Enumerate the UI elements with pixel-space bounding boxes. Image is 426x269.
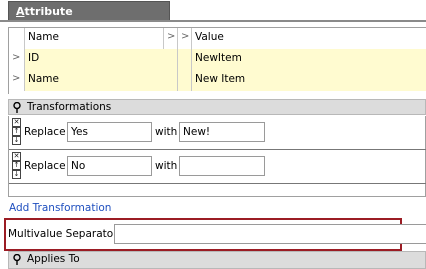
tab-mnemonic: A (16, 5, 25, 18)
move-down-icon[interactable]: ↓ (12, 170, 21, 179)
row-expand-arrow[interactable]: > (9, 70, 25, 91)
move-up-icon[interactable]: ↑ (12, 161, 21, 170)
transformation-row: ✕ ↑ ↓ Replace Yes with New! (9, 116, 426, 150)
row-expand-arrow[interactable]: > (9, 49, 25, 70)
attribute-grid: Name > > Value > ID NewItem > Name New I… (8, 27, 426, 94)
tab-underline (0, 20, 426, 22)
with-label: with (155, 160, 178, 172)
transformation-row: ✕ ↑ ↓ Replace No with (9, 150, 426, 184)
operation-label: Replace (24, 160, 66, 172)
row-controls: ✕ ↑ ↓ (12, 152, 21, 180)
multivalue-separator-input[interactable] (114, 224, 426, 244)
table-row[interactable]: > ID NewItem (9, 49, 426, 70)
pin-icon[interactable] (12, 254, 22, 265)
row-spacer-cell (178, 49, 192, 70)
transformations-header[interactable]: Transformations (8, 99, 426, 115)
column-header-value[interactable]: Value (192, 28, 426, 49)
add-transformation-link[interactable]: Add Transformation (9, 202, 111, 214)
row-value-cell[interactable]: New Item (192, 70, 426, 91)
tab-attribute-transformation[interactable]: Attribute Transformation (8, 1, 170, 31)
tab-strip: Attribute Transformation (0, 0, 426, 31)
column-expand-arrow-2[interactable]: > (178, 28, 192, 49)
column-expand-arrow-1[interactable]: > (164, 28, 178, 49)
column-header-name[interactable]: Name (25, 28, 164, 49)
table-row[interactable]: > Name New Item (9, 70, 426, 91)
transformations-title: Transformations (27, 101, 112, 113)
row-value-cell[interactable]: NewItem (192, 49, 426, 70)
row-spacer-cell (178, 70, 192, 91)
grid-header-row: Name > > Value (9, 28, 426, 49)
replace-to-input[interactable]: New! (179, 122, 265, 142)
operation-label: Replace (24, 126, 66, 138)
transformations-list: ✕ ↑ ↓ Replace Yes with New! ✕ ↑ ↓ Replac… (8, 116, 426, 197)
replace-from-input[interactable]: Yes (67, 122, 152, 142)
remove-icon[interactable]: ✕ (12, 118, 21, 127)
applies-to-header[interactable]: Applies To (8, 251, 426, 269)
multivalue-separator-label: Multivalue Separator (8, 228, 118, 240)
row-name-cell[interactable]: Name (25, 70, 178, 91)
replace-from-input[interactable]: No (67, 156, 152, 176)
move-up-icon[interactable]: ↑ (12, 127, 21, 136)
remove-icon[interactable]: ✕ (12, 152, 21, 161)
grid-corner (9, 28, 25, 49)
pin-icon[interactable] (12, 102, 22, 113)
row-controls: ✕ ↑ ↓ (12, 118, 21, 146)
with-label: with (155, 126, 178, 138)
applies-to-title: Applies To (27, 253, 80, 265)
row-name-cell[interactable]: ID (25, 49, 178, 70)
move-down-icon[interactable]: ↓ (12, 136, 21, 145)
replace-to-input[interactable] (179, 156, 265, 176)
